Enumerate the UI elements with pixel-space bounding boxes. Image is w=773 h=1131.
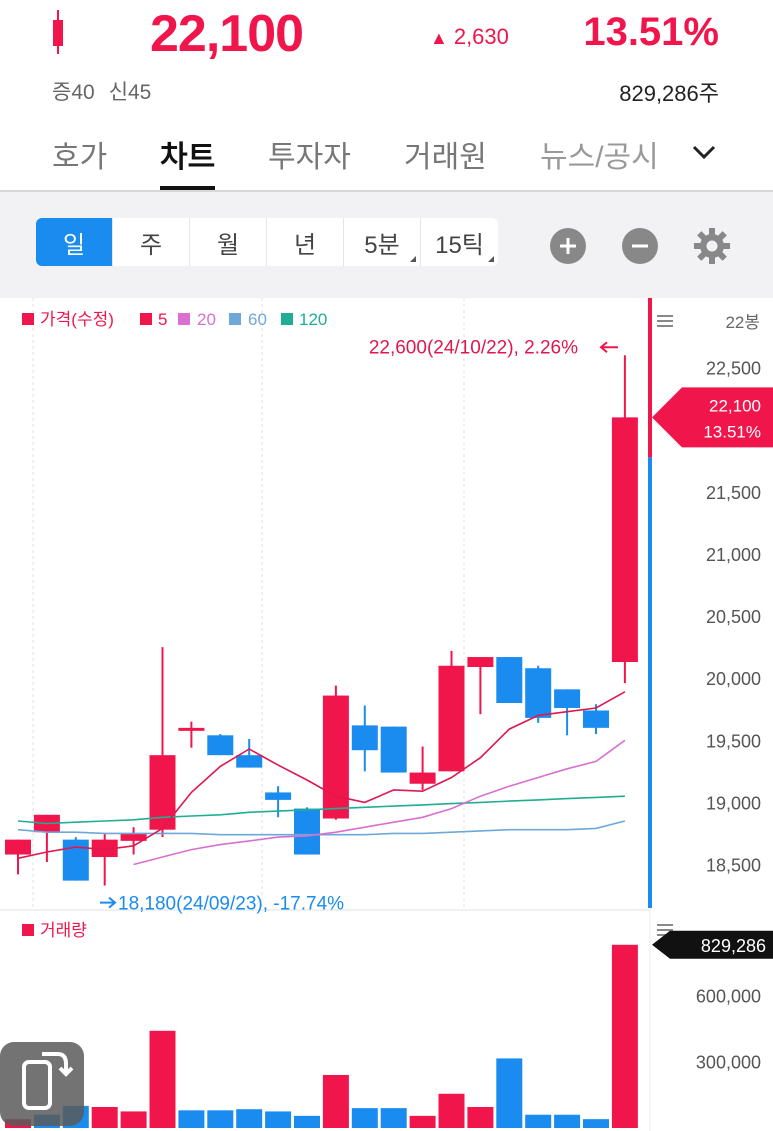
price-tick-label: 20,500 — [706, 607, 761, 627]
volume-bar — [525, 1114, 552, 1128]
volume-bar — [149, 1030, 176, 1128]
tab-orderbook[interactable]: 호가 — [52, 132, 107, 188]
current-volume-label: 829,286 — [701, 936, 766, 956]
candle-body — [236, 755, 263, 768]
rotate-button[interactable] — [0, 1042, 84, 1126]
period-month-button[interactable]: 월 — [190, 218, 267, 266]
candle-body — [496, 657, 523, 704]
volume-title: 거래량 — [40, 921, 87, 940]
gear-icon[interactable] — [692, 226, 732, 266]
stock-header: 22,100 ▲ 2,630 13.51% 증40 신45 829,286주 — [0, 0, 773, 120]
legend-ma120: 120 — [299, 310, 327, 329]
legend-swatch-ma120 — [281, 313, 293, 325]
candle-body — [178, 727, 205, 731]
zoom-in-button[interactable] — [550, 228, 586, 264]
minus-circle-icon — [632, 244, 648, 248]
volume-bar — [467, 1107, 494, 1128]
credit-rate: 신45 — [108, 81, 152, 104]
candle-body — [438, 665, 465, 772]
price-tick-label: 20,000 — [706, 669, 761, 689]
margin-rate: 증40 — [52, 81, 95, 104]
candle-body — [611, 417, 638, 663]
volume-bar — [409, 1115, 436, 1128]
legend-ma5: 5 — [158, 310, 167, 329]
legend-price: 가격(수정) — [40, 310, 114, 329]
legend-swatch-volume — [22, 924, 34, 936]
legend-swatch-ma60 — [229, 313, 241, 325]
candle-icon — [53, 10, 63, 54]
low-annotation: 18,180(24/09/23), -17.74% — [118, 894, 344, 915]
volume-bar — [207, 1110, 234, 1128]
volume-bar — [178, 1110, 205, 1128]
candle-body — [62, 839, 89, 881]
period-selector: 일 주 월 년 5분 15틱 — [36, 218, 498, 266]
change-percent: 13.51% — [583, 10, 719, 54]
period-15tick-button[interactable]: 15틱 — [421, 218, 498, 266]
period-week-button[interactable]: 주 — [113, 218, 190, 266]
candle-body — [351, 725, 378, 751]
tab-chart[interactable]: 차트 — [160, 132, 216, 190]
current-price: 22,100 — [150, 5, 304, 63]
candle-body — [207, 735, 234, 756]
price-change: ▲ 2,630 — [430, 24, 509, 49]
period-year-button[interactable]: 년 — [267, 218, 344, 266]
tab-news[interactable]: 뉴스/공시 — [540, 132, 659, 188]
legend-ma20: 20 — [197, 310, 216, 329]
trade-volume: 829,286주 — [619, 81, 719, 106]
volume-bar — [438, 1093, 465, 1128]
volume-bar — [554, 1114, 581, 1128]
volume-bar — [611, 944, 638, 1128]
volume-bar — [236, 1109, 263, 1128]
legend-swatch-price — [22, 313, 34, 325]
margin-info: 증40 신45 — [52, 76, 165, 106]
volume-bar — [322, 1074, 349, 1128]
price-tick-label: 19,000 — [706, 793, 761, 813]
volume-bar — [91, 1107, 118, 1128]
volume-tick-label: 300,000 — [696, 1053, 761, 1073]
price-tick-label: 18,500 — [706, 855, 761, 875]
legend-ma60: 60 — [248, 310, 267, 329]
candle-body — [380, 726, 407, 773]
period-day-button[interactable]: 일 — [36, 218, 113, 266]
volume-bar — [583, 1119, 609, 1128]
volume-bar — [120, 1111, 147, 1128]
candle-body — [409, 772, 436, 784]
high-annotation: 22,600(24/10/22), 2.26% — [369, 337, 578, 358]
candle-body — [322, 695, 349, 819]
candle-body — [467, 657, 494, 667]
volume-bar — [380, 1108, 407, 1128]
volume-bar — [496, 1058, 523, 1128]
price-tick-label: 21,000 — [706, 545, 761, 565]
candle-body — [5, 839, 31, 855]
plus-circle-icon — [560, 238, 576, 254]
candle-body — [525, 668, 552, 718]
candle-body — [294, 808, 320, 855]
price-tick-label: 19,500 — [706, 731, 761, 751]
volume-bar — [351, 1108, 378, 1128]
current-price-tag-percent: 13.51% — [703, 422, 761, 441]
volume-bar — [294, 1115, 320, 1128]
candle-count: 22봉 — [725, 313, 760, 332]
price-tick-label: 21,500 — [706, 483, 761, 503]
candle-body — [583, 710, 609, 728]
volume-tick-label: 600,000 — [696, 986, 761, 1006]
legend-swatch-ma20 — [178, 313, 190, 325]
candle-body — [554, 689, 581, 708]
candle-body — [265, 792, 292, 800]
price-tick-label: 22,500 — [706, 359, 761, 379]
menu-icon[interactable] — [657, 315, 673, 327]
chevron-down-icon[interactable] — [690, 140, 718, 164]
legend-swatch-ma5 — [140, 313, 152, 325]
volume-bar — [265, 1111, 292, 1128]
zoom-out-button[interactable] — [622, 228, 658, 264]
tab-investor[interactable]: 투자자 — [268, 132, 351, 188]
chart-background — [0, 298, 773, 1131]
current-price-tag-price: 22,100 — [709, 396, 761, 415]
tab-bar: 호가 차트 투자자 거래원 뉴스/공시 — [0, 124, 773, 192]
up-arrow-icon: ▲ — [430, 28, 448, 48]
stock-chart[interactable]: 가격(수정) 5 20 60 120 22봉 22,500 21,500 21,00… — [0, 298, 773, 1131]
screen-rotate-icon — [22, 1052, 74, 1110]
tab-broker[interactable]: 거래원 — [404, 132, 487, 188]
period-5min-button[interactable]: 5분 — [344, 218, 421, 266]
